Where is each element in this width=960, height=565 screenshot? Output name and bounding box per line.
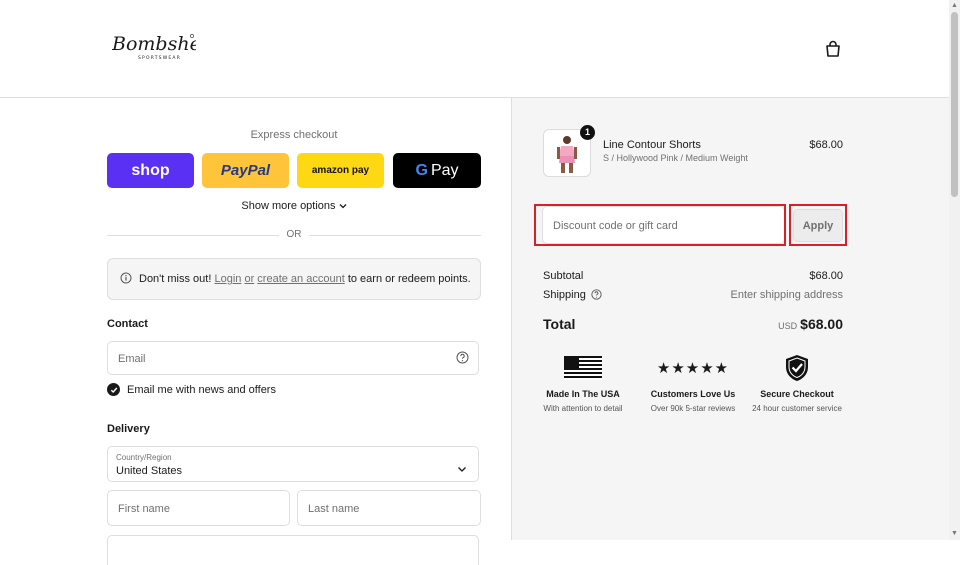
or-label: OR — [286, 229, 302, 240]
amazon-pay-label: amazon pay — [311, 165, 370, 176]
info-icon — [120, 272, 132, 287]
badge-secure-checkout: Secure Checkout 24 hour customer service — [742, 353, 852, 413]
country-label: Country/Region — [116, 453, 172, 462]
subtotal-label: Subtotal — [543, 270, 584, 282]
last-name-input[interactable] — [306, 491, 470, 527]
newsletter-label: Email me with news and offers — [127, 383, 276, 396]
item-variant: S / Hollywood Pink / Medium Weight — [603, 153, 748, 163]
shipping-value: Enter shipping address — [730, 289, 843, 301]
item-price: $68.00 — [809, 139, 843, 151]
order-summary: 1 Line Contour Shorts S / Hollywood Pink… — [511, 98, 950, 540]
chevron-down-icon — [457, 460, 467, 478]
badge-made-in-usa: Made In The USA With attention to detail — [528, 353, 638, 413]
newsletter-checkbox[interactable] — [107, 383, 120, 396]
total-value-group: USD $68.00 — [778, 316, 843, 332]
shop-pay-label: shop — [131, 161, 170, 179]
create-account-link[interactable]: create an account — [257, 273, 344, 285]
badge-title: Customers Love Us — [650, 389, 736, 399]
badge-title: Made In The USA — [546, 389, 620, 399]
notice-suffix: to earn or redeem points. — [347, 273, 471, 285]
notice-or: or — [244, 273, 255, 285]
total-value: $68.00 — [800, 316, 843, 332]
scroll-thumb[interactable] — [951, 12, 958, 197]
scroll-up-arrow-icon[interactable]: ▲ — [951, 2, 958, 10]
help-circle-icon[interactable] — [456, 351, 469, 369]
badge-subtitle: With attention to detail — [543, 404, 623, 413]
email-input[interactable] — [116, 342, 450, 376]
google-g-icon: G — [415, 161, 428, 179]
badge-subtitle: Over 90k 5-star reviews — [650, 404, 736, 413]
paypal-button[interactable]: PayPal — [202, 153, 289, 188]
us-flag-icon — [528, 353, 638, 383]
quantity-badge: 1 — [580, 125, 595, 140]
total-row: Total USD $68.00 — [543, 316, 843, 334]
express-checkout-title: Express checkout — [250, 129, 338, 141]
shipping-row: Shipping Enter shipping address — [543, 289, 843, 303]
google-pay-button[interactable]: G Pay — [393, 153, 481, 188]
contact-title: Contact — [107, 318, 148, 330]
discount-highlight — [534, 204, 786, 246]
checkout-form: Express checkout shop PayPal amazon pay … — [0, 98, 511, 565]
page-scrollbar[interactable]: ▲ ▼ — [949, 0, 960, 540]
brand-logo[interactable]: Bombshell SPORTSWEAR — [111, 30, 213, 67]
currency-code: USD — [778, 321, 798, 331]
badge-customers-love-us: ★★★★★ Customers Love Us Over 90k 5-star … — [638, 353, 748, 413]
or-divider: OR — [107, 229, 481, 241]
country-select[interactable]: Country/Region United States — [107, 446, 479, 482]
first-name-input[interactable] — [116, 491, 280, 527]
scroll-down-arrow-icon[interactable]: ▼ — [951, 530, 958, 538]
country-value: United States — [116, 465, 183, 477]
delivery-title: Delivery — [107, 423, 150, 435]
last-name-field[interactable] — [297, 490, 481, 527]
apply-highlight — [789, 204, 847, 246]
loyalty-notice: Don't miss out! Login or create an accou… — [107, 258, 481, 300]
shipping-label: Shipping — [543, 289, 586, 301]
help-circle-icon[interactable] — [591, 289, 602, 303]
subtotal-row: Subtotal $68.00 — [543, 270, 843, 282]
total-label: Total — [543, 316, 576, 332]
notice-prefix: Don't miss out! — [139, 273, 212, 285]
paypal-label: PayPal — [220, 162, 271, 179]
shopping-bag-icon[interactable] — [824, 40, 842, 63]
subtotal-value: $68.00 — [809, 270, 843, 282]
shop-pay-button[interactable]: shop — [107, 153, 194, 188]
badge-subtitle: 24 hour customer service — [752, 404, 842, 413]
newsletter-checkbox-row[interactable]: Email me with news and offers — [107, 383, 276, 396]
five-stars-icon: ★★★★★ — [656, 360, 730, 377]
chevron-down-icon — [339, 200, 347, 212]
google-pay-label: Pay — [430, 161, 459, 179]
amazon-pay-button[interactable]: amazon pay — [297, 153, 384, 188]
show-more-options-button[interactable]: Show more options — [107, 200, 481, 212]
show-more-label: Show more options — [241, 200, 336, 212]
email-field[interactable] — [107, 341, 479, 376]
item-name: Line Contour Shorts — [603, 139, 701, 151]
shield-check-icon — [742, 353, 852, 383]
header: Bombshell SPORTSWEAR — [0, 0, 949, 98]
svg-text:SPORTSWEAR: SPORTSWEAR — [138, 55, 181, 61]
first-name-field[interactable] — [107, 490, 290, 527]
login-link[interactable]: Login — [214, 273, 241, 285]
brand-logo-mark: Bombshell SPORTSWEAR — [111, 33, 213, 61]
product-thumbnail: 1 — [543, 125, 595, 177]
svg-text:Bombshell: Bombshell — [112, 33, 196, 55]
badge-title: Secure Checkout — [760, 389, 834, 399]
